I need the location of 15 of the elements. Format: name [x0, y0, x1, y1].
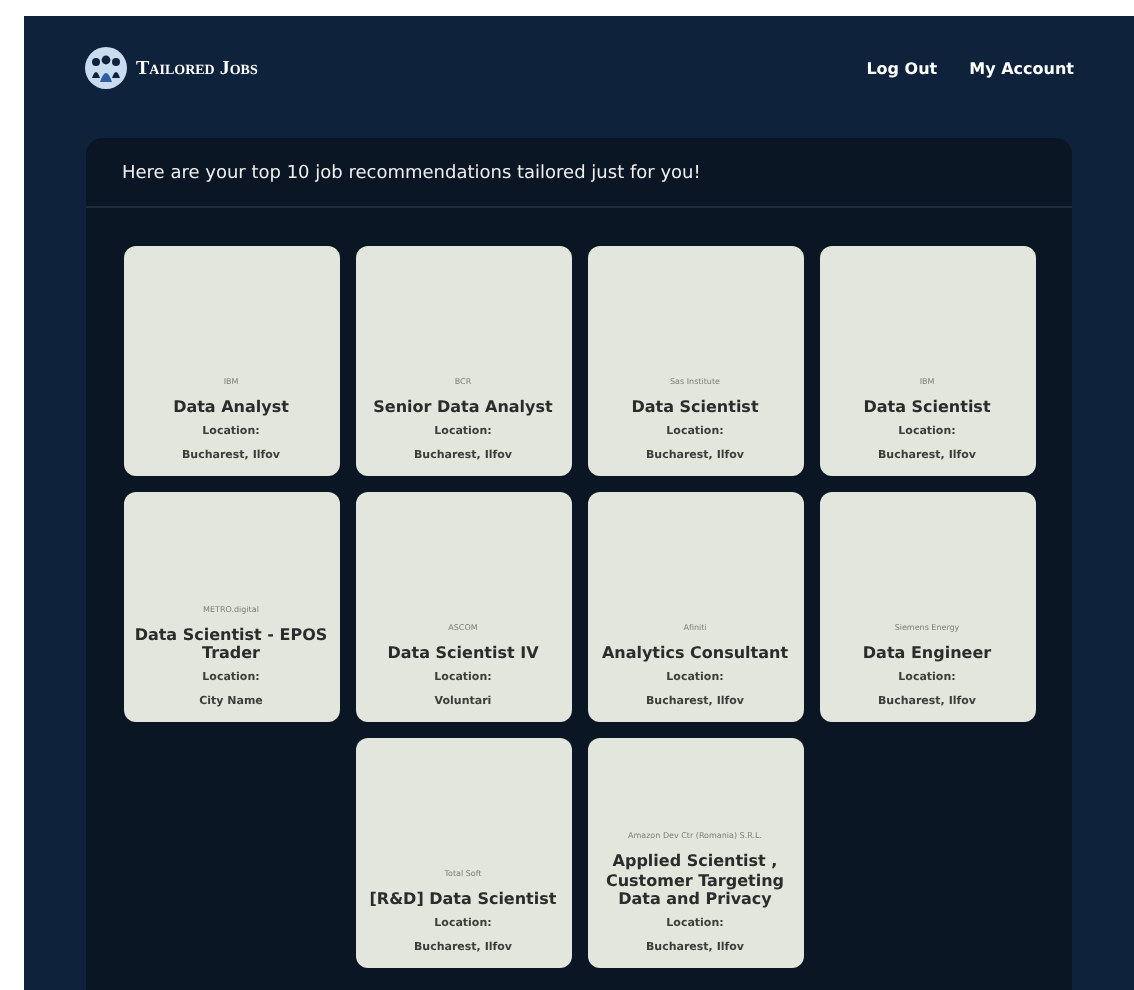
job-title: Senior Data Analyst [373, 397, 553, 416]
job-title: Applied Scientist , Customer Targeting Data and Privacy [603, 852, 787, 908]
job-title: Data Scientist [631, 397, 759, 416]
logo-icon [84, 46, 128, 90]
job-title: Data Scientist [863, 397, 991, 416]
job-title: Data Engineer [862, 643, 992, 662]
brand-name[interactable]: Tailored Jobs [136, 57, 258, 79]
job-title: Data Scientist IV [387, 643, 539, 662]
nav-link[interactable]: My Account [969, 59, 1074, 77]
panel-heading: Here are your top 10 job recommendations tailored just for you! [86, 138, 1072, 208]
job-title: Data Scientist - EPOS Trader [132, 625, 330, 662]
nav-link[interactable]: Log Out [866, 59, 938, 77]
job-title: [R&D] Data Scientist [369, 889, 557, 908]
job-title: Data Analyst [173, 397, 289, 416]
job-title: Analytics Consultant [601, 643, 789, 662]
